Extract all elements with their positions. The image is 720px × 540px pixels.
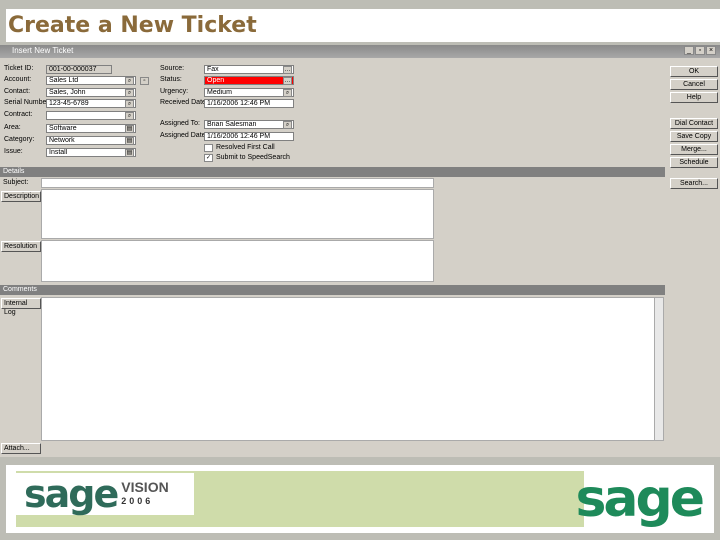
field-input[interactable]: Network xyxy=(46,136,136,145)
list-icon[interactable]: ▤ xyxy=(125,149,134,157)
description-button[interactable]: Description xyxy=(1,191,41,202)
slide-title: Create a New Ticket xyxy=(6,9,720,42)
field-input[interactable]: 123-45-6789 xyxy=(46,99,136,108)
subject-input[interactable] xyxy=(41,178,434,188)
lookup-icon[interactable]: ⌕ xyxy=(283,121,292,129)
action-button[interactable]: Schedule xyxy=(670,157,718,168)
description-textarea[interactable] xyxy=(41,189,434,239)
checkbox[interactable] xyxy=(204,144,213,152)
field-input[interactable]: Open xyxy=(204,76,294,85)
list-icon[interactable]: ▤ xyxy=(125,125,134,133)
field-label: Received Date: xyxy=(160,99,208,106)
lookup-icon[interactable]: ⌕ xyxy=(125,77,134,85)
maximize-button[interactable]: ▫ xyxy=(695,46,705,55)
checkbox[interactable]: ✓ xyxy=(204,154,213,162)
field-input[interactable]: Install xyxy=(46,148,136,157)
comments-header: Comments xyxy=(0,285,665,295)
field-label: Source: xyxy=(160,65,185,72)
field-input[interactable]: Software xyxy=(46,124,136,133)
field-input[interactable]: Sales, John xyxy=(46,88,136,97)
list-icon[interactable]: ▤ xyxy=(125,137,134,145)
window-titlebar: Insert New Ticket _ ▫ × xyxy=(0,45,720,58)
sage-logo: sage xyxy=(575,469,705,529)
field-input[interactable]: 1/16/2006 12:46 PM xyxy=(204,99,294,108)
attach-button[interactable]: Attach... xyxy=(1,443,41,454)
minimize-button[interactable]: _ xyxy=(684,46,694,55)
field-input: 001-00-000037 xyxy=(46,65,112,74)
account-detail-icon[interactable]: ▫ xyxy=(140,77,149,85)
lookup-icon[interactable]: ⌕ xyxy=(125,89,134,97)
field-input[interactable]: Sales Ltd xyxy=(46,76,136,85)
details-header: Details xyxy=(0,167,665,177)
action-button[interactable]: Search... xyxy=(670,178,718,189)
internal-log-button[interactable]: Internal Log xyxy=(1,298,41,316)
field-input[interactable] xyxy=(46,111,136,120)
insert-ticket-window: Insert New Ticket _ ▫ × Ticket ID: 001-00-0… xyxy=(0,45,720,457)
lookup-icon[interactable]: ⌕ xyxy=(283,89,292,97)
action-button[interactable]: Merge... xyxy=(670,144,718,155)
field-label: Area: xyxy=(4,124,21,131)
field-label: Account: xyxy=(4,76,32,83)
field-input[interactable]: Fax xyxy=(204,65,294,74)
help-button[interactable]: Help xyxy=(670,92,718,103)
field-label: Issue: xyxy=(4,148,23,155)
lookup-icon[interactable]: ⌕ xyxy=(125,100,134,108)
window-title: Insert New Ticket xyxy=(12,46,74,55)
field-label: Assigned Date: xyxy=(160,132,208,139)
lookup-icon[interactable]: ⌕ xyxy=(125,112,134,120)
field-label: Contact: xyxy=(4,88,31,95)
ellipsis-icon[interactable]: … xyxy=(283,66,292,74)
comments-scrollbar[interactable] xyxy=(654,298,663,440)
action-button[interactable]: Save Copy xyxy=(670,131,718,142)
cancel-button[interactable]: Cancel xyxy=(670,79,718,90)
ellipsis-icon[interactable]: … xyxy=(283,77,292,85)
comments-textarea[interactable] xyxy=(41,297,664,441)
close-button[interactable]: × xyxy=(706,46,716,55)
field-label: Ticket ID: xyxy=(4,65,34,72)
field-label: Contract: xyxy=(4,111,33,118)
field-label: Serial Number: xyxy=(4,99,51,106)
field-input[interactable]: Brian Salesman xyxy=(204,120,294,129)
field-input[interactable]: 1/16/2006 12:46 PM xyxy=(204,132,294,141)
field-label: Status: xyxy=(160,76,182,83)
field-label: Assigned To: xyxy=(160,120,200,127)
field-label: Category: xyxy=(4,136,35,143)
subject-label: Subject: xyxy=(3,179,29,186)
field-label: Urgency: xyxy=(160,88,189,95)
footer: sage VISION 2006 sage xyxy=(6,465,714,533)
action-button[interactable]: Dial Contact xyxy=(670,118,718,129)
ok-button[interactable]: OK xyxy=(670,66,718,77)
checkbox-label: Resolved First Call xyxy=(216,144,275,151)
field-input[interactable]: Medium xyxy=(204,88,294,97)
resolution-button[interactable]: Resolution xyxy=(1,241,41,252)
resolution-textarea[interactable] xyxy=(41,240,434,282)
checkbox-label: Submit to SpeedSearch xyxy=(216,154,290,161)
sage-vision-logo: sage VISION 2006 xyxy=(14,472,194,516)
